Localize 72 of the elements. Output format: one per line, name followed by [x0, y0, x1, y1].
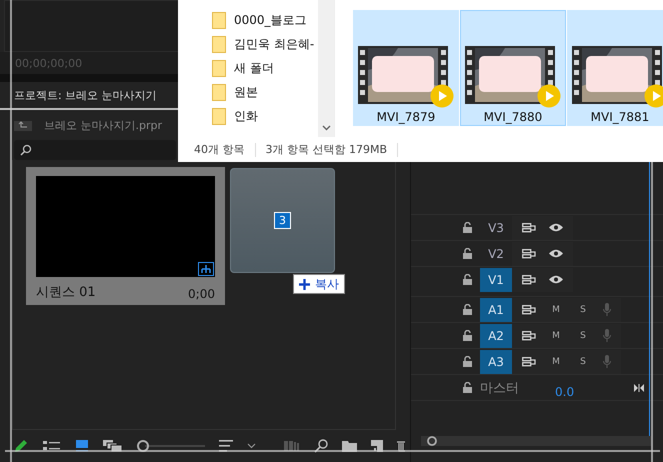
- item-count-badge: 3: [274, 212, 291, 229]
- sync-lock-icon[interactable]: [522, 248, 536, 258]
- folder-icon: [212, 36, 226, 52]
- track-target-toggle[interactable]: V1: [480, 268, 512, 292]
- sync-lock-icon[interactable]: [522, 274, 536, 284]
- selection-info: 3개 항목 선택함 179MB: [266, 142, 388, 157]
- lock-icon[interactable]: [463, 248, 472, 259]
- mute-toggle[interactable]: M: [549, 356, 563, 366]
- lock-icon[interactable]: [463, 356, 472, 367]
- search-icon[interactable]: [314, 439, 328, 453]
- solo-toggle[interactable]: S: [576, 304, 590, 314]
- scroll-down-icon[interactable]: [322, 125, 330, 131]
- scrollbar[interactable]: [318, 0, 334, 137]
- master-track-label: 마스터: [480, 380, 519, 396]
- sync-lock-icon[interactable]: [522, 356, 536, 366]
- track-target-toggle[interactable]: A2: [480, 324, 512, 348]
- mute-toggle[interactable]: M: [549, 304, 563, 314]
- folder-icon: [212, 108, 226, 124]
- lock-icon[interactable]: [463, 274, 472, 285]
- video-file-item[interactable]: MVI_7881: [567, 10, 663, 126]
- scroll-handle-icon[interactable]: [427, 436, 437, 446]
- lock-icon[interactable]: [463, 222, 472, 233]
- folder-item[interactable]: 원본: [212, 82, 318, 102]
- project-tab[interactable]: 프로젝트: 브레오 눈마사지기: [14, 88, 157, 102]
- plus-icon: [299, 278, 310, 290]
- search-field[interactable]: [14, 140, 176, 160]
- copy-label: 복사: [315, 276, 339, 292]
- sequence-icon: [198, 262, 214, 276]
- sync-lock-icon[interactable]: [522, 304, 536, 314]
- file-name: MVI_7881: [590, 110, 650, 124]
- search-icon: [20, 144, 32, 156]
- sync-lock-icon[interactable]: [522, 222, 536, 232]
- track-target-toggle[interactable]: V3: [480, 216, 512, 240]
- eye-icon[interactable]: [549, 275, 563, 284]
- solo-toggle[interactable]: S: [576, 330, 590, 340]
- video-file-item[interactable]: MVI_7880: [460, 10, 566, 126]
- folder-item[interactable]: 0000_블로그: [212, 10, 318, 30]
- track-target-toggle[interactable]: A3: [480, 350, 512, 374]
- master-volume-value[interactable]: 0.0: [555, 384, 574, 398]
- mute-toggle[interactable]: M: [549, 330, 563, 340]
- folder-up-icon[interactable]: [14, 119, 32, 131]
- track-target-toggle[interactable]: A1: [480, 298, 512, 322]
- folder-icon: [212, 84, 226, 100]
- eye-icon[interactable]: [549, 223, 563, 232]
- list-view-icon[interactable]: [43, 440, 61, 452]
- folder-item[interactable]: 김민욱 최은혜-: [212, 34, 318, 54]
- sequence-tile[interactable]: 시퀀스 01 0;00: [26, 167, 225, 305]
- project-file-name: 브레오 눈마사지기.prpr: [44, 118, 162, 132]
- lock-icon[interactable]: [463, 330, 472, 341]
- eye-icon[interactable]: [549, 249, 563, 258]
- track-target-toggle[interactable]: V2: [480, 242, 512, 266]
- folder-item[interactable]: 새 폴더: [212, 58, 318, 78]
- sync-lock-icon[interactable]: [522, 330, 536, 340]
- sequence-name: 시퀀스 01: [36, 284, 96, 301]
- item-count: 40개 항목: [194, 142, 244, 157]
- file-name: MVI_7880: [484, 110, 542, 124]
- chevron-down-icon[interactable]: [247, 443, 256, 449]
- sequence-duration: 0;00: [188, 287, 215, 301]
- trash-icon[interactable]: [397, 440, 405, 452]
- play-icon: [537, 84, 561, 108]
- lock-icon[interactable]: [463, 304, 472, 315]
- folder-icon: [212, 60, 226, 76]
- video-file-item[interactable]: MVI_7879: [353, 10, 459, 126]
- solo-toggle[interactable]: S: [576, 356, 590, 366]
- collapse-icon[interactable]: [634, 384, 644, 392]
- play-icon: [644, 84, 663, 108]
- play-icon: [430, 84, 454, 108]
- file-name: MVI_7879: [376, 110, 436, 124]
- lock-icon[interactable]: [463, 382, 472, 393]
- folder-icon: [212, 12, 226, 28]
- folder-item[interactable]: 인화: [212, 106, 318, 126]
- timeline-scrollbar[interactable]: [421, 436, 651, 446]
